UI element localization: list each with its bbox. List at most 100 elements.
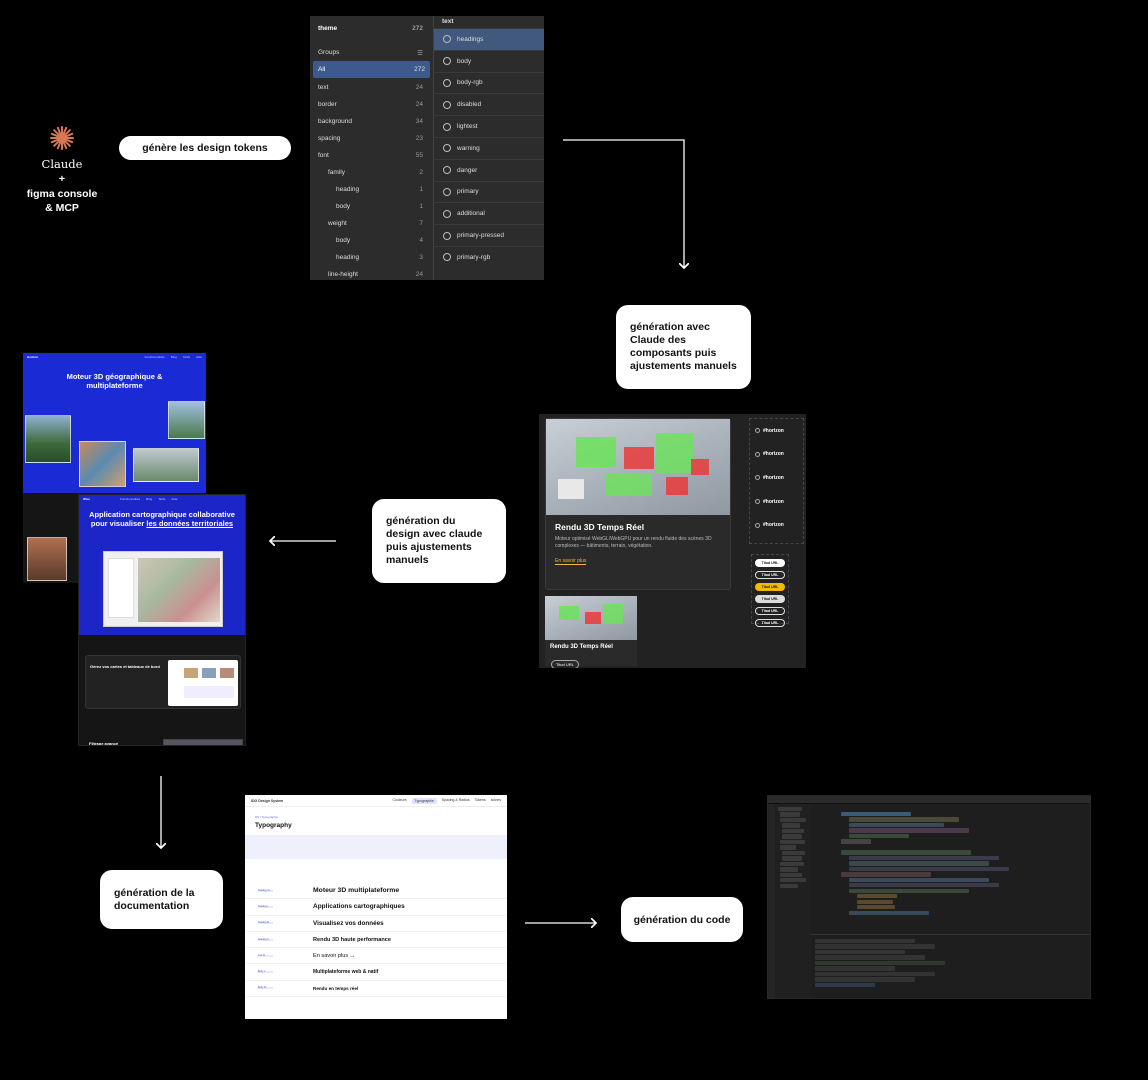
groups-sidebar: theme 272 Groups ☰ All 272 text 24 border… — [310, 16, 434, 280]
collection-count: 272 — [412, 25, 423, 32]
nav-link[interactable]: Blog — [171, 355, 177, 359]
group-item-body[interactable]: body 4 — [310, 232, 433, 249]
footer-section-title: Filtrage avancé — [89, 741, 119, 746]
group-count: 24 — [415, 271, 423, 278]
site-brand: Wise — [83, 497, 90, 501]
token-row[interactable]: body — [434, 49, 544, 72]
tab-tokens[interactable]: Tokens — [475, 798, 486, 804]
token-row[interactable]: additional — [434, 202, 544, 224]
nav-link[interactable]: Tarifs — [158, 497, 165, 501]
radio-icon — [755, 475, 760, 481]
group-item-border[interactable]: border 24 — [310, 96, 433, 113]
color-variable-icon — [443, 144, 451, 153]
variant-button[interactable]: Titud URL — [755, 559, 785, 567]
documentation-page: IDG Design System Couleurs Typographie S… — [245, 795, 507, 1019]
website-mockup-wise: Wise Fonctionnalités Blog Tarifs Aide Ap… — [78, 494, 246, 746]
nav-link[interactable]: Aide — [196, 355, 202, 359]
step-design-tokens: génère les design tokens — [119, 136, 291, 160]
group-label: line-height — [328, 271, 358, 278]
site-hero-title: Moteur 3D géographique & multiplateforme — [66, 372, 163, 390]
group-item-family[interactable]: family 2 — [310, 164, 433, 181]
nav-link[interactable]: Tarifs — [183, 355, 190, 359]
variant-button[interactable]: Titud URL — [755, 571, 785, 579]
card-title: Rendu 3D Temps Réel — [555, 522, 645, 532]
step-design-text: génération du design avec claude puis aj… — [386, 515, 483, 566]
variant-button[interactable]: Titud URL — [755, 619, 785, 627]
group-item-body[interactable]: body 1 — [310, 198, 433, 215]
city-3d-image — [546, 419, 730, 515]
variant-button[interactable]: Titud URL — [755, 583, 785, 591]
token-row[interactable]: warning — [434, 136, 544, 159]
group-label: body — [336, 237, 351, 244]
file-explorer — [775, 804, 811, 998]
token-name: body — [457, 57, 472, 65]
editor-tab-bar — [768, 796, 1090, 804]
color-variable-icon — [443, 78, 451, 87]
tab-couleurs[interactable]: Couleurs — [392, 798, 406, 804]
collection-row[interactable]: theme 272 — [310, 20, 433, 37]
token-row[interactable]: lightest — [434, 115, 544, 137]
token-section-title: text — [442, 18, 454, 25]
type-sample: Rendu 3D haute performance — [313, 936, 392, 943]
arrow-tokens-to-components — [563, 139, 684, 268]
group-label: body — [336, 203, 351, 210]
type-sample[interactable]: En savoir plus → — [313, 953, 355, 959]
style-tag: Body L — [257, 971, 273, 974]
terminal-panel — [811, 934, 1090, 998]
variant-button[interactable]: Titud URL — [755, 607, 785, 615]
card-description: Moteur optimisé WebGL/WebGPU pour un ren… — [555, 536, 712, 549]
group-item-background[interactable]: background 34 — [310, 113, 433, 130]
doc-intro-band — [245, 835, 507, 859]
radio-icon — [755, 499, 760, 505]
token-name: body-rgb — [457, 79, 483, 87]
variant-button[interactable]: Titud URL — [755, 595, 785, 603]
group-item-all[interactable]: All 272 — [313, 61, 430, 78]
group-item-text[interactable]: text 24 — [310, 79, 433, 96]
radio-icon — [755, 522, 760, 528]
nav-link[interactable]: Blog — [146, 497, 152, 501]
tab-spacing[interactable]: Spacing & Radius — [442, 798, 470, 804]
group-item-heading[interactable]: heading 3 — [310, 249, 433, 266]
variant-item[interactable]: #horizon — [750, 443, 803, 467]
nav-link[interactable]: Fonctionnalités — [120, 497, 140, 501]
token-row[interactable]: body-rgb — [434, 71, 544, 94]
token-row[interactable]: danger — [434, 158, 544, 181]
list-icon[interactable]: ☰ — [417, 49, 423, 57]
style-tag: Heading L — [257, 905, 273, 908]
nav-link[interactable]: Aide — [171, 497, 177, 501]
tab-typographie[interactable]: Typographie — [411, 797, 437, 804]
tab-icones[interactable]: Icônes — [491, 798, 501, 804]
card-link[interactable]: En savoir plus — [555, 558, 587, 565]
nav-link[interactable]: Fonctionnalités — [145, 355, 165, 359]
small-card-tag[interactable]: Titud URL — [551, 660, 579, 668]
breadcrumb[interactable]: DS / Typographie — [255, 815, 507, 819]
token-row[interactable]: primary — [434, 180, 544, 203]
color-variable-icon — [443, 231, 451, 240]
token-row[interactable]: disabled — [434, 93, 544, 115]
type-sample-row: Heading S Rendu 3D haute performance — [245, 932, 507, 949]
group-item-spacing[interactable]: spacing 23 — [310, 130, 433, 147]
variant-item[interactable]: #horizon — [750, 513, 803, 537]
token-name: danger — [457, 166, 478, 174]
token-row[interactable]: headings — [434, 28, 544, 50]
variant-label: #horizon — [763, 451, 784, 458]
group-label: font — [318, 152, 329, 159]
site-hero-title: Application cartographique collaborative… — [79, 510, 245, 528]
type-sample-row: Heading M Visualisez vos données — [245, 916, 507, 932]
variant-item[interactable]: #horizon — [750, 490, 803, 514]
group-item-weight[interactable]: weight 7 — [310, 215, 433, 232]
token-name: primary — [457, 188, 479, 196]
group-item-line-height[interactable]: line-height 24 — [310, 266, 433, 280]
group-label: border — [318, 101, 337, 108]
style-tag: Body M — [257, 987, 273, 990]
variant-item[interactable]: #horizon — [750, 419, 803, 443]
group-item-heading[interactable]: heading 1 — [310, 181, 433, 198]
token-row[interactable]: primary-pressed — [434, 224, 544, 246]
token-row[interactable]: primary-rgb — [434, 245, 544, 268]
token-name: primary-pressed — [457, 232, 504, 240]
group-label: family — [328, 169, 345, 176]
variant-item[interactable]: #horizon — [750, 466, 803, 490]
group-label: heading — [336, 186, 360, 193]
group-item-font[interactable]: font 55 — [310, 147, 433, 164]
group-label: heading — [336, 254, 360, 261]
